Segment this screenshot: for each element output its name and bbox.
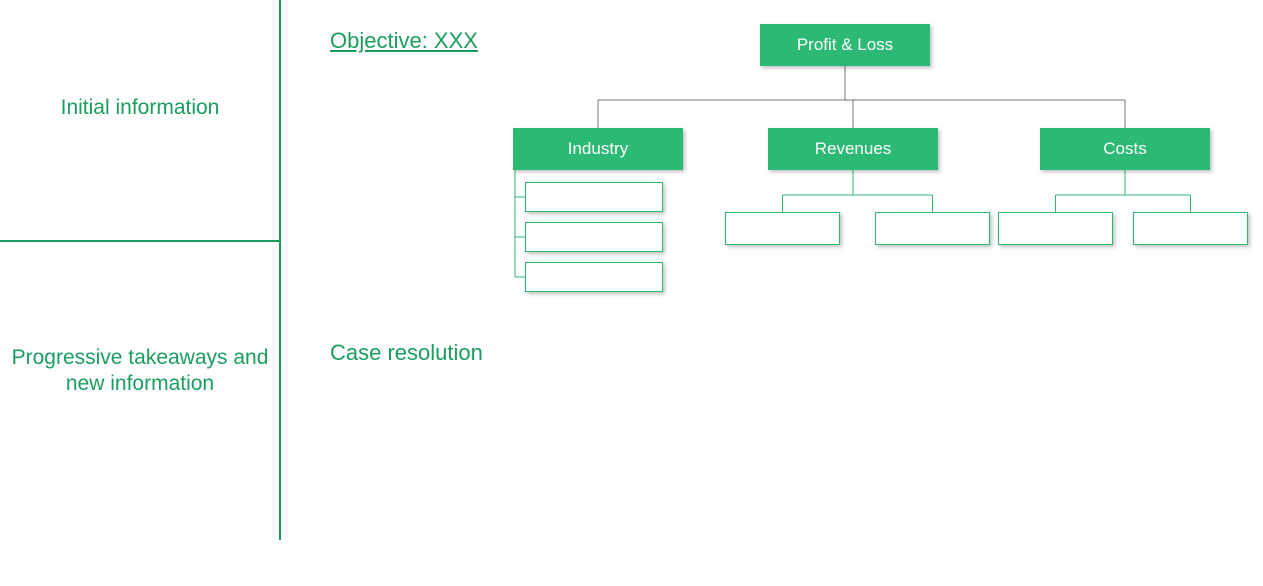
- node-revenues-child-2: [875, 212, 990, 245]
- tree-connectors: [0, 0, 1263, 586]
- node-industry-child-1: [525, 182, 663, 212]
- node-industry: Industry: [513, 128, 683, 170]
- diagram-stage: Initial information Progressive takeaway…: [0, 0, 1263, 586]
- sidebar-top-label: Initial information: [10, 95, 270, 121]
- case-resolution-heading: Case resolution: [330, 340, 483, 366]
- horizontal-divider: [0, 240, 279, 242]
- node-costs-child-2: [1133, 212, 1248, 245]
- vertical-divider: [279, 0, 281, 540]
- node-revenues-child-1: [725, 212, 840, 245]
- objective-heading: Objective: XXX: [330, 28, 478, 54]
- node-costs: Costs: [1040, 128, 1210, 170]
- node-industry-child-3: [525, 262, 663, 292]
- node-industry-child-2: [525, 222, 663, 252]
- node-revenues: Revenues: [768, 128, 938, 170]
- sidebar-bottom-label: Progressive takeaways and new informatio…: [10, 345, 270, 398]
- node-profit-and-loss: Profit & Loss: [760, 24, 930, 66]
- node-costs-child-1: [998, 212, 1113, 245]
